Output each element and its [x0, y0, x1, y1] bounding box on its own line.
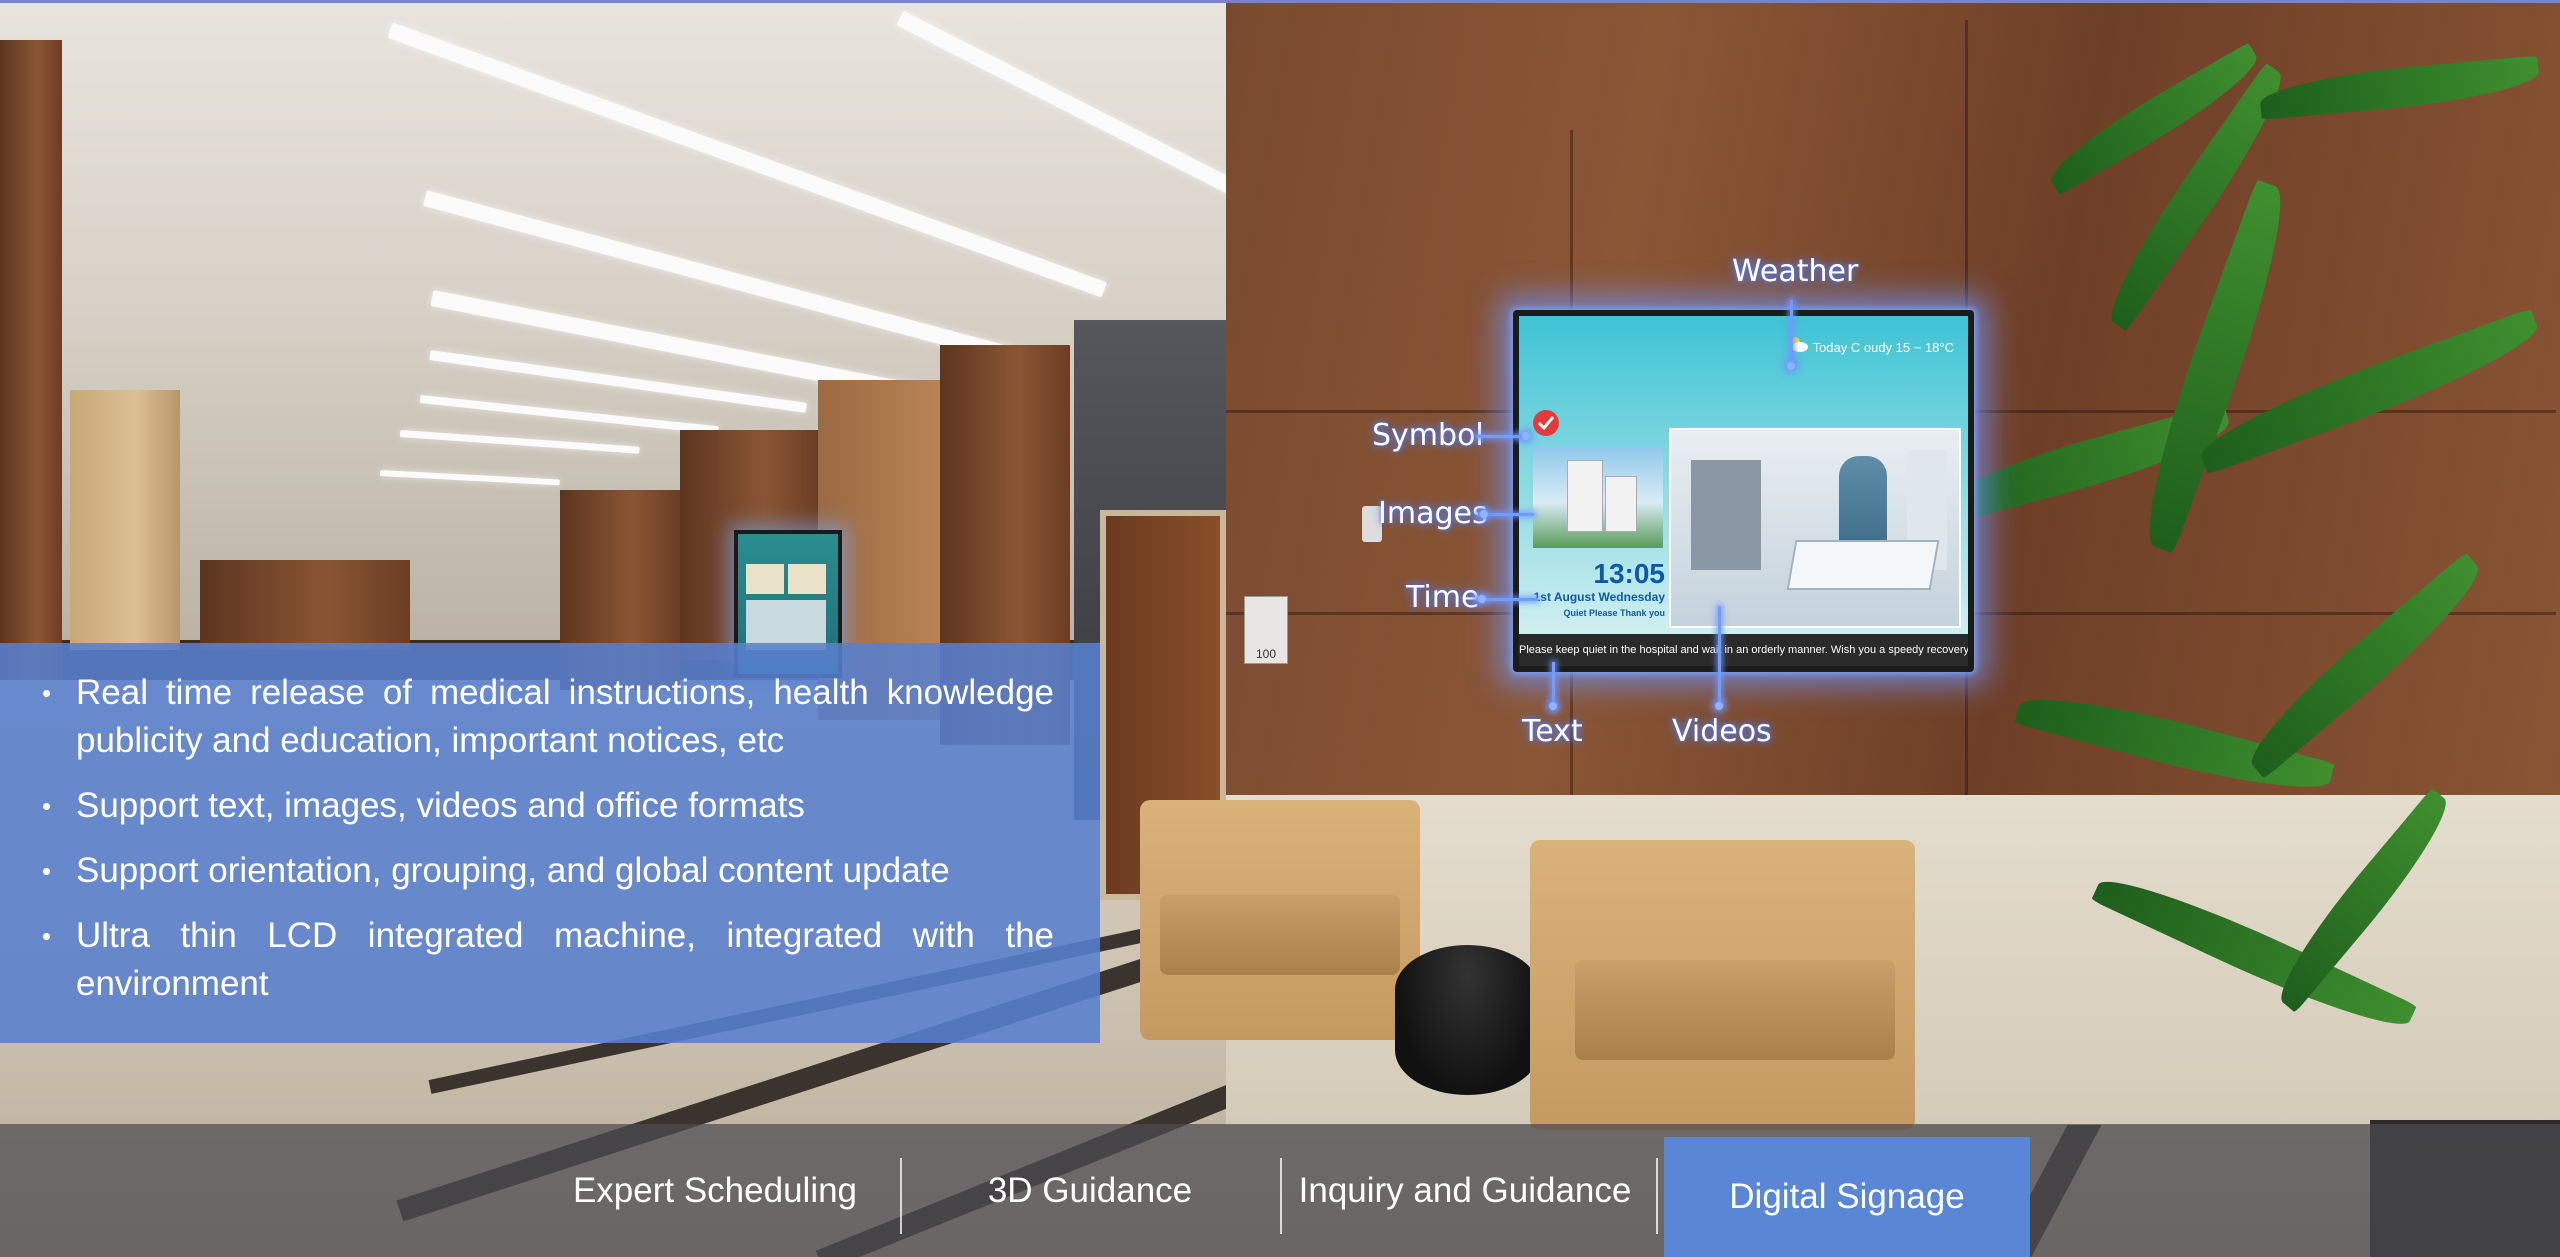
signage-weather-text: Today C oudy 15 ~ 18°C [1812, 340, 1954, 355]
bullet: • [42, 791, 52, 821]
wall-room-sign: 100 [1244, 596, 1288, 664]
room-number: 100 [1255, 647, 1277, 661]
bullet: • [42, 921, 52, 951]
callout-dot-text [1549, 702, 1557, 710]
callout-images: Images [1378, 496, 1488, 531]
left-pillar [0, 40, 62, 680]
callout-symbol: Symbol [1372, 418, 1484, 453]
nav-divider [900, 1158, 902, 1234]
feature-text: Ultra thin LCD integrated machine, integ… [76, 916, 1054, 1003]
corridor-wall [70, 390, 180, 650]
feature-item: • Real time release of medical instructio… [42, 669, 1054, 765]
callout-dot-images [1480, 510, 1488, 518]
top-rule [0, 0, 2560, 3]
callout-text: Text [1522, 714, 1583, 749]
corridor-wall [200, 560, 410, 650]
callout-dot-symbol [1522, 432, 1530, 440]
feature-text: Support orientation, grouping, and globa… [76, 851, 950, 890]
callout-line-symbol [1476, 435, 1526, 438]
bullet: • [42, 678, 52, 708]
bullet: • [42, 856, 52, 886]
callout-dot-time [1478, 595, 1486, 603]
feature-panel: • Real time release of medical instructio… [0, 643, 1100, 1043]
feature-list: • Real time release of medical instructio… [0, 643, 1100, 1008]
feature-text: Support text, images, videos and office … [76, 786, 805, 825]
digital-signage-screen: Today C oudy 15 ~ 18°C 13:05 1st August … [1513, 310, 1974, 672]
feature-item: • Ultra thin LCD integrated machine, inte… [42, 912, 1054, 1008]
chair-cushion [1575, 960, 1895, 1060]
tab-expert-scheduling[interactable]: Expert Scheduling [550, 1124, 880, 1257]
signage-building-image [1533, 446, 1663, 548]
callout-dot-weather [1787, 362, 1795, 370]
feature-item: • Support text, images, videos and office… [42, 782, 1054, 830]
nav-divider [1656, 1158, 1658, 1234]
side-table [1395, 945, 1540, 1095]
callout-videos: Videos [1672, 714, 1772, 749]
feature-text: Real time release of medical instruction… [76, 673, 1054, 760]
signage-display: Today C oudy 15 ~ 18°C 13:05 1st August … [1519, 316, 1968, 666]
hospital-logo-icon [1533, 410, 1559, 436]
tab-inquiry-and-guidance[interactable]: Inquiry and Guidance [1290, 1124, 1640, 1257]
callout-dot-videos [1715, 702, 1723, 710]
callout-line-weather [1790, 300, 1793, 366]
signage-ticker: Please keep quiet in the hospital and wa… [1519, 634, 1968, 666]
feature-item: • Support orientation, grouping, and glob… [42, 847, 1054, 895]
bottom-nav-bar: Expert Scheduling 3D Guidance Inquiry an… [0, 1124, 2560, 1257]
tab-digital-signage[interactable]: Digital Signage [1664, 1137, 2030, 1257]
tab-3d-guidance[interactable]: 3D Guidance [920, 1124, 1260, 1257]
callout-time: Time [1406, 580, 1480, 615]
signage-quiet-notice: Quiet Please Thank you [1563, 608, 1665, 618]
nav-divider [1280, 1158, 1282, 1234]
signage-video-frame [1669, 428, 1961, 628]
signage-date: 1st August Wednesday [1533, 590, 1665, 604]
callout-line-videos [1718, 606, 1721, 706]
chair-cushion [1160, 895, 1400, 975]
callout-weather: Weather [1732, 254, 1859, 289]
signage-clock: 13:05 [1593, 558, 1665, 589]
hospital-lobby-photo: 100 [0, 0, 2560, 1257]
